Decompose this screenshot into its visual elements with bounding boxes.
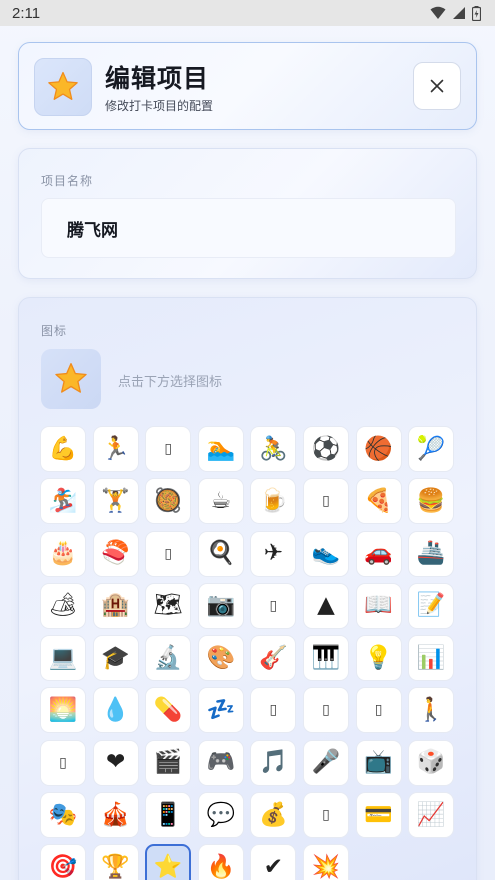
icon-option[interactable]: 🎤 bbox=[302, 739, 349, 786]
icon-option[interactable]: 🏊 bbox=[197, 426, 244, 472]
icon-option[interactable]: 🍣 bbox=[92, 530, 139, 577]
icon-option[interactable]: 🥘 bbox=[145, 478, 192, 525]
page-title: 编辑项目 bbox=[105, 64, 210, 93]
icon-option[interactable]: 📊 bbox=[408, 635, 455, 682]
icon-hint: 点击下方选择图标 bbox=[118, 375, 223, 390]
icon-option[interactable]: ▯ bbox=[250, 582, 297, 629]
name-value: 腾飞网 bbox=[67, 220, 118, 241]
status-time: 2:11 bbox=[12, 4, 41, 22]
icon-option[interactable]: 👟 bbox=[302, 530, 349, 577]
icon-option[interactable]: 🎂 bbox=[40, 530, 86, 577]
icon-option[interactable]: 📺 bbox=[355, 739, 402, 786]
icon-option[interactable]: ▯ bbox=[40, 739, 86, 786]
icon-option[interactable]: ▯ bbox=[302, 687, 349, 734]
star-icon bbox=[55, 363, 87, 393]
icon-option[interactable]: 💧 bbox=[92, 687, 139, 734]
icon-option[interactable]: 🏕 bbox=[40, 582, 86, 629]
icon-option[interactable]: 🍺 bbox=[250, 478, 297, 525]
icon-option[interactable]: ▯ bbox=[355, 687, 402, 734]
icon-option[interactable]: 🎪 bbox=[92, 792, 139, 839]
icon-option[interactable]: 🍕 bbox=[355, 478, 402, 525]
name-card: 项目名称 腾飞网 bbox=[18, 148, 477, 279]
icon-option[interactable]: 🏃 bbox=[92, 426, 139, 472]
icon-option[interactable]: ✔ bbox=[250, 844, 297, 880]
icon-option[interactable]: 💬 bbox=[197, 792, 244, 839]
icon-option[interactable]: 📖 bbox=[355, 582, 402, 629]
signal-icon bbox=[453, 7, 465, 19]
icon-option[interactable]: 💰 bbox=[250, 792, 297, 839]
close-button[interactable] bbox=[413, 62, 461, 110]
icon-option[interactable]: 💪 bbox=[40, 426, 86, 472]
name-input[interactable]: 腾飞网 bbox=[41, 198, 456, 258]
icon-option[interactable]: 🏨 bbox=[92, 582, 139, 629]
icon-option[interactable]: 🎮 bbox=[197, 739, 244, 786]
icon-option[interactable]: 🎸 bbox=[250, 635, 297, 682]
icon-option[interactable]: ▯ bbox=[145, 426, 192, 472]
icon-option[interactable]: 💊 bbox=[145, 687, 192, 734]
icon-option[interactable]: 🔥 bbox=[197, 844, 244, 880]
icon-option[interactable]: 🚴 bbox=[250, 426, 297, 472]
icon-option[interactable]: 🚶 bbox=[408, 687, 455, 734]
icon-option[interactable]: 💥 bbox=[302, 844, 349, 880]
icon-option[interactable]: 🎵 bbox=[250, 739, 297, 786]
icon-option[interactable]: 📷 bbox=[197, 582, 244, 629]
icon-option[interactable]: 🎭 bbox=[40, 792, 86, 839]
icon-option[interactable]: ✈ bbox=[250, 530, 297, 577]
icon-option[interactable]: 🌅 bbox=[40, 687, 86, 734]
icon-option[interactable]: 🏆 bbox=[92, 844, 139, 880]
icon-option[interactable]: 🏂 bbox=[40, 478, 86, 525]
icon-option[interactable]: 🚢 bbox=[408, 530, 455, 577]
icon-option[interactable]: ⭐ bbox=[145, 844, 192, 880]
wifi-icon bbox=[430, 6, 446, 19]
icon-option[interactable]: 🎓 bbox=[92, 635, 139, 682]
icon-option[interactable]: 🏀 bbox=[355, 426, 402, 472]
icon-option[interactable]: 💻 bbox=[40, 635, 86, 682]
icon-option[interactable]: ▯ bbox=[302, 478, 349, 525]
icon-option[interactable]: 📈 bbox=[408, 792, 455, 839]
icon-grid: 💪 🏃 ▯ 🏊 🚴 ⚽ 🏀 🎾 🏂 🏋 🥘 ☕ 🍺 ▯ 🍕 🍔 🎂 🍣 ▯ 🍳 ✈ 👟 🚗 🚢 🏕 🏨 🗺 📷 ▯ ▲ 📖 📝 💻 🎓 🔬 🎨 🎸 🎹 💡 📊… bbox=[40, 426, 455, 880]
icon-option[interactable]: 📝 bbox=[408, 582, 455, 629]
icon-option[interactable]: 💤 bbox=[197, 687, 244, 734]
icon-option[interactable]: 💡 bbox=[355, 635, 402, 682]
project-icon[interactable] bbox=[34, 58, 92, 116]
page-subtitle: 修改打卡项目的配置 bbox=[105, 99, 214, 113]
icon-option[interactable]: 🎨 bbox=[197, 635, 244, 682]
icon-option[interactable]: 📱 bbox=[145, 792, 192, 839]
icon-option[interactable]: 🎹 bbox=[302, 635, 349, 682]
header-card: 编辑项目 修改打卡项目的配置 bbox=[18, 42, 477, 130]
icon-option[interactable]: ❤ bbox=[92, 739, 139, 786]
close-icon bbox=[430, 79, 444, 93]
icon-option[interactable]: 💳 bbox=[355, 792, 402, 839]
star-icon bbox=[48, 71, 78, 100]
icon-option[interactable]: 🎲 bbox=[408, 739, 455, 786]
icon-option[interactable]: 🎯 bbox=[40, 844, 86, 880]
icon-option[interactable]: 🍔 bbox=[408, 478, 455, 525]
icon-option[interactable]: 🗺 bbox=[145, 582, 192, 629]
icon-option[interactable]: ⚽ bbox=[302, 426, 349, 472]
name-label: 项目名称 bbox=[41, 174, 94, 188]
icon-option[interactable]: 🔬 bbox=[145, 635, 192, 682]
status-bar: 2:11 bbox=[0, 0, 495, 26]
icon-card: 图标 点击下方选择图标 💪 🏃 ▯ 🏊 🚴 ⚽ 🏀 🎾 🏂 🏋 🥘 ☕ 🍺 ▯ 🍕 🍔 🎂 🍣 ▯ 🍳 ✈ 👟 🚗 🚢 🏕 🏨 🗺 📷… bbox=[18, 297, 477, 880]
status-icons bbox=[430, 5, 481, 21]
icon-option[interactable]: 🚗 bbox=[355, 530, 402, 577]
battery-icon bbox=[472, 5, 481, 21]
icon-label: 图标 bbox=[41, 324, 68, 338]
icon-option[interactable]: 🏋 bbox=[92, 478, 139, 525]
icon-option[interactable]: 🎾 bbox=[408, 426, 455, 472]
icon-preview bbox=[41, 349, 101, 409]
icon-option[interactable]: 🍳 bbox=[197, 530, 244, 577]
icon-option[interactable]: ▯ bbox=[145, 530, 192, 577]
icon-option[interactable]: 🎬 bbox=[145, 739, 192, 786]
icon-option[interactable]: ▯ bbox=[302, 792, 349, 839]
icon-option[interactable]: ☕ bbox=[197, 478, 244, 525]
icon-option[interactable]: ▲ bbox=[302, 582, 349, 629]
icon-option[interactable]: ▯ bbox=[250, 687, 297, 734]
